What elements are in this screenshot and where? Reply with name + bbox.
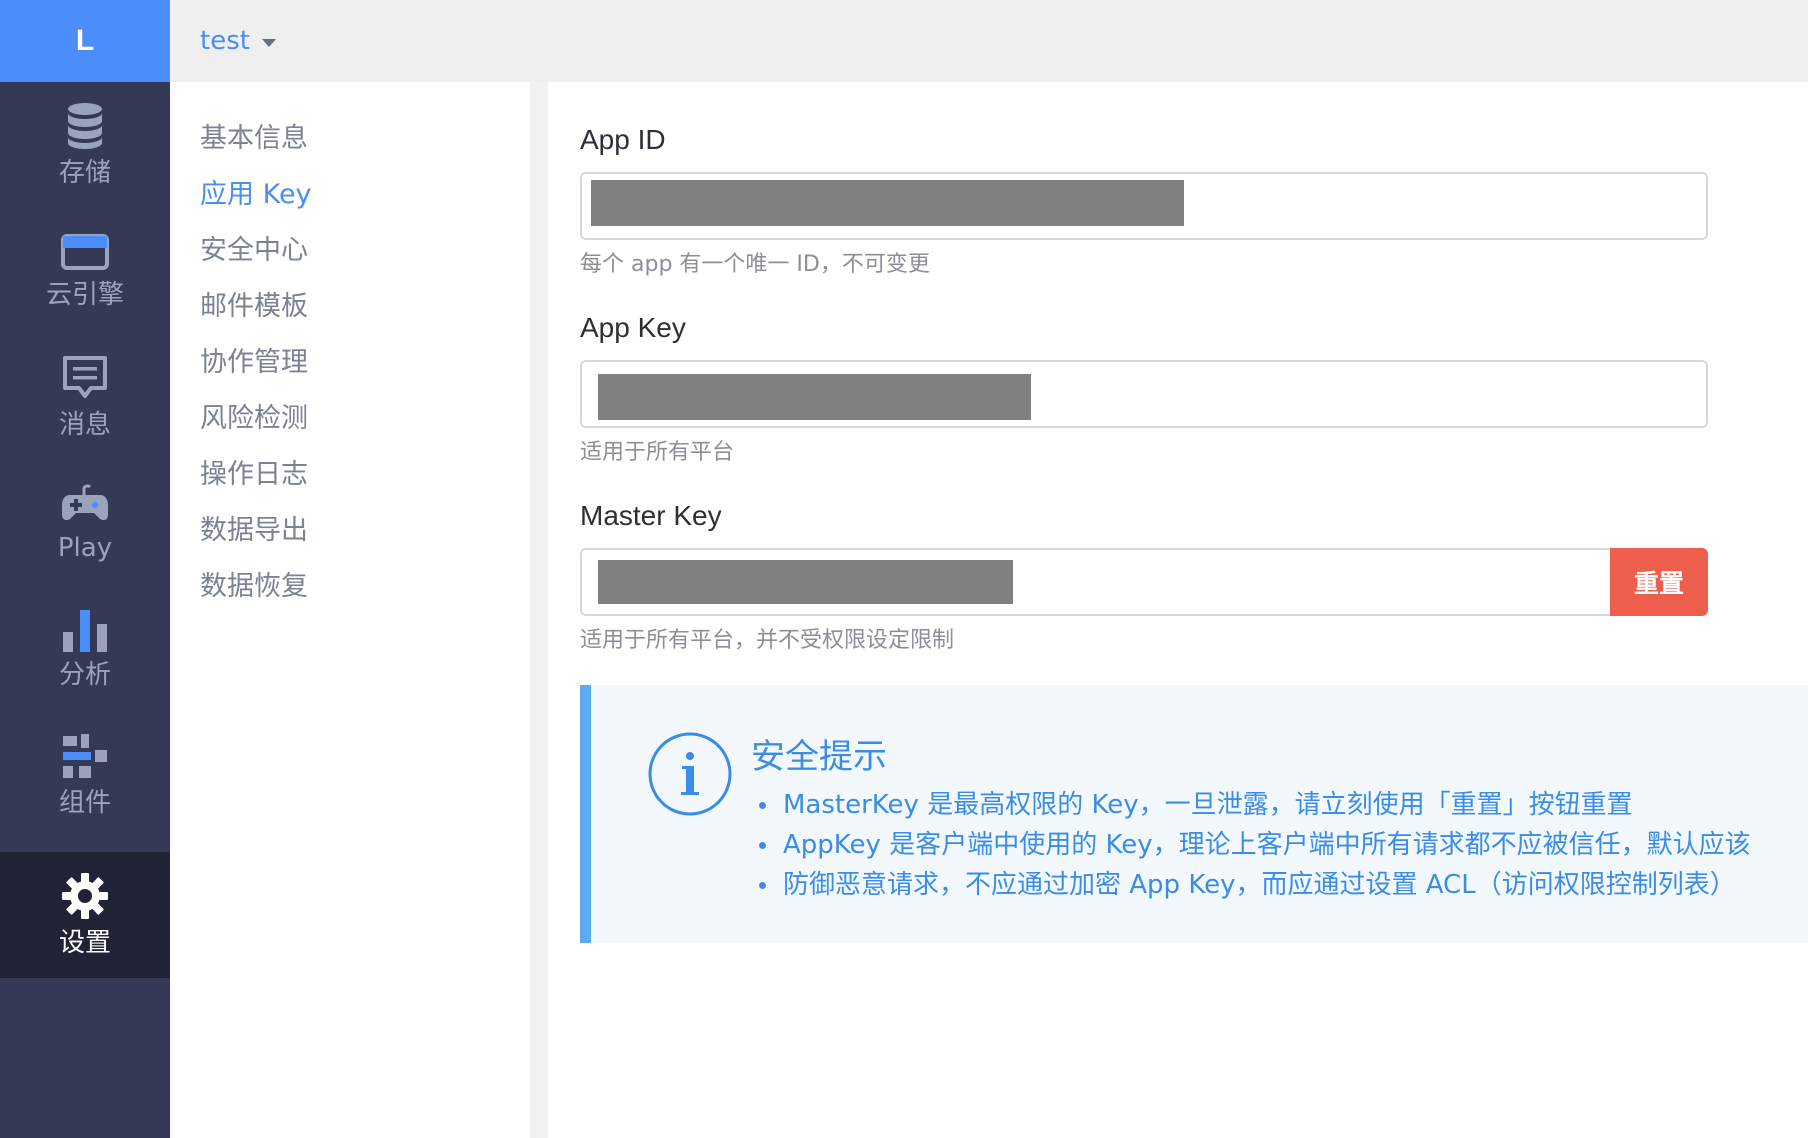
subnav-item-risk-detection[interactable]: 风险检测 (200, 402, 308, 436)
tip-item-text: MasterKey 是最高权限的 Key，一旦泄露，请立刻使用「重置」按钮重置 (783, 790, 1633, 820)
subnav-item-data-restore[interactable]: 数据恢复 (200, 570, 308, 604)
rail-label: 存储 (58, 158, 111, 188)
rail-item-cloud-engine[interactable]: 云引擎 (0, 208, 170, 334)
rail-item-play[interactable]: Play (0, 460, 170, 586)
rail-item-analytics[interactable]: 分析 (0, 586, 170, 712)
app-id-help: 每个 app 有一个唯一 ID，不可变更 (580, 252, 930, 277)
master-key-help: 适用于所有平台，并不受权限设定限制 (580, 628, 955, 653)
components-icon (63, 734, 107, 778)
reset-master-key-button[interactable]: 重置 (1610, 548, 1708, 616)
rail-label: 设置 (58, 928, 111, 958)
column-divider (530, 82, 548, 1138)
rail-label: 分析 (58, 660, 111, 690)
app-id-label: App ID (580, 124, 666, 155)
rail-label: 云引擎 (45, 280, 124, 310)
bullet (759, 882, 766, 889)
info-icon (648, 732, 732, 816)
redacted-value (591, 180, 1184, 226)
database-icon (68, 103, 102, 149)
rail-label: 消息 (58, 410, 111, 440)
app-key-label: App Key (580, 312, 686, 343)
app-key-help: 适用于所有平台 (580, 440, 735, 465)
subnav-item-email-templates[interactable]: 邮件模板 (200, 290, 308, 324)
gear-icon (62, 873, 108, 919)
subnav-item-basic-info[interactable]: 基本信息 (200, 122, 308, 156)
server-icon (61, 234, 109, 270)
rail-item-settings[interactable]: 设置 (0, 852, 170, 978)
rail-item-storage[interactable]: 存储 (0, 82, 170, 208)
icon-rail: L 存储 云引擎 消息 Play 分析 组件 设置 (0, 0, 170, 1138)
tip-item: MasterKey 是最高权限的 Key，一旦泄露，请立刻使用「重置」按钮重置 (751, 785, 1808, 825)
bar-chart-icon (63, 610, 107, 652)
master-key-label: Master Key (580, 500, 722, 531)
app-key-field[interactable] (580, 360, 1708, 428)
rail-label: 组件 (58, 788, 111, 818)
settings-subnav: 基本信息 应用 Key 安全中心 邮件模板 协作管理 风险检测 操作日志 数据导… (170, 82, 530, 1138)
subnav-item-data-export[interactable]: 数据导出 (200, 514, 308, 548)
rail-item-messages[interactable]: 消息 (0, 334, 170, 460)
subnav-item-operation-log[interactable]: 操作日志 (200, 458, 308, 492)
tip-list: MasterKey 是最高权限的 Key，一旦泄露，请立刻使用「重置」按钮重置 … (751, 785, 1808, 905)
tip-item: 防御恶意请求，不应通过加密 App Key，而应通过设置 ACL（访问权限控制列… (751, 865, 1808, 905)
app-id-field[interactable] (580, 172, 1708, 240)
top-bar: test (170, 0, 1808, 82)
tip-item-text: AppKey 是客户端中使用的 Key，理论上客户端中所有请求都不应被信任，默认… (783, 830, 1751, 860)
tip-item-text: 防御恶意请求，不应通过加密 App Key，而应通过设置 ACL（访问权限控制列… (783, 870, 1736, 900)
app-keys-panel: App ID 每个 app 有一个唯一 ID，不可变更 App Key 适用于所… (548, 82, 1808, 1138)
bullet (759, 802, 766, 809)
tip-title: 安全提示 (751, 737, 887, 777)
message-icon (63, 356, 107, 398)
security-tip: 安全提示 MasterKey 是最高权限的 Key，一旦泄露，请立刻使用「重置」… (580, 685, 1808, 943)
gamepad-icon (62, 484, 108, 521)
rail-label: Play (57, 533, 113, 563)
master-key-field[interactable] (580, 548, 1612, 616)
app-logo[interactable]: L (0, 0, 170, 82)
bullet (759, 842, 766, 849)
subnav-item-collaboration[interactable]: 协作管理 (200, 346, 308, 380)
app-selector[interactable]: test (200, 0, 276, 82)
redacted-value (598, 374, 1031, 420)
caret-down-icon (261, 39, 276, 47)
tip-item: AppKey 是客户端中使用的 Key，理论上客户端中所有请求都不应被信任，默认… (751, 825, 1808, 865)
subnav-item-app-key[interactable]: 应用 Key (200, 178, 312, 212)
app-name: test (200, 26, 250, 56)
redacted-value (598, 560, 1013, 604)
rail-item-components[interactable]: 组件 (0, 712, 170, 838)
subnav-item-security-center[interactable]: 安全中心 (200, 234, 308, 268)
